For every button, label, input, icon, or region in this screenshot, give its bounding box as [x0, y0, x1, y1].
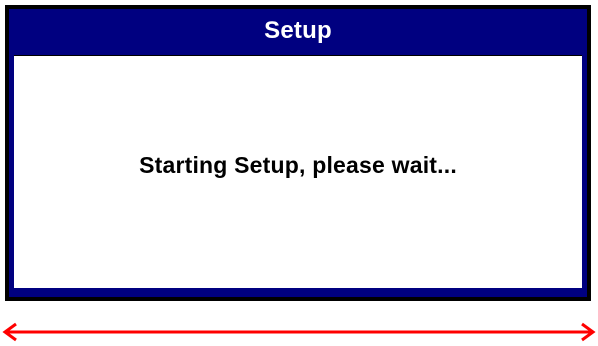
- status-message: Starting Setup, please wait...: [139, 151, 457, 178]
- setup-dialog: Setup Starting Setup, please wait...: [5, 5, 591, 301]
- dialog-content: Starting Setup, please wait...: [14, 55, 582, 288]
- dialog-title-bar[interactable]: Setup: [14, 9, 582, 55]
- double-headed-arrow-icon: [2, 322, 596, 342]
- dialog-title: Setup: [264, 17, 332, 44]
